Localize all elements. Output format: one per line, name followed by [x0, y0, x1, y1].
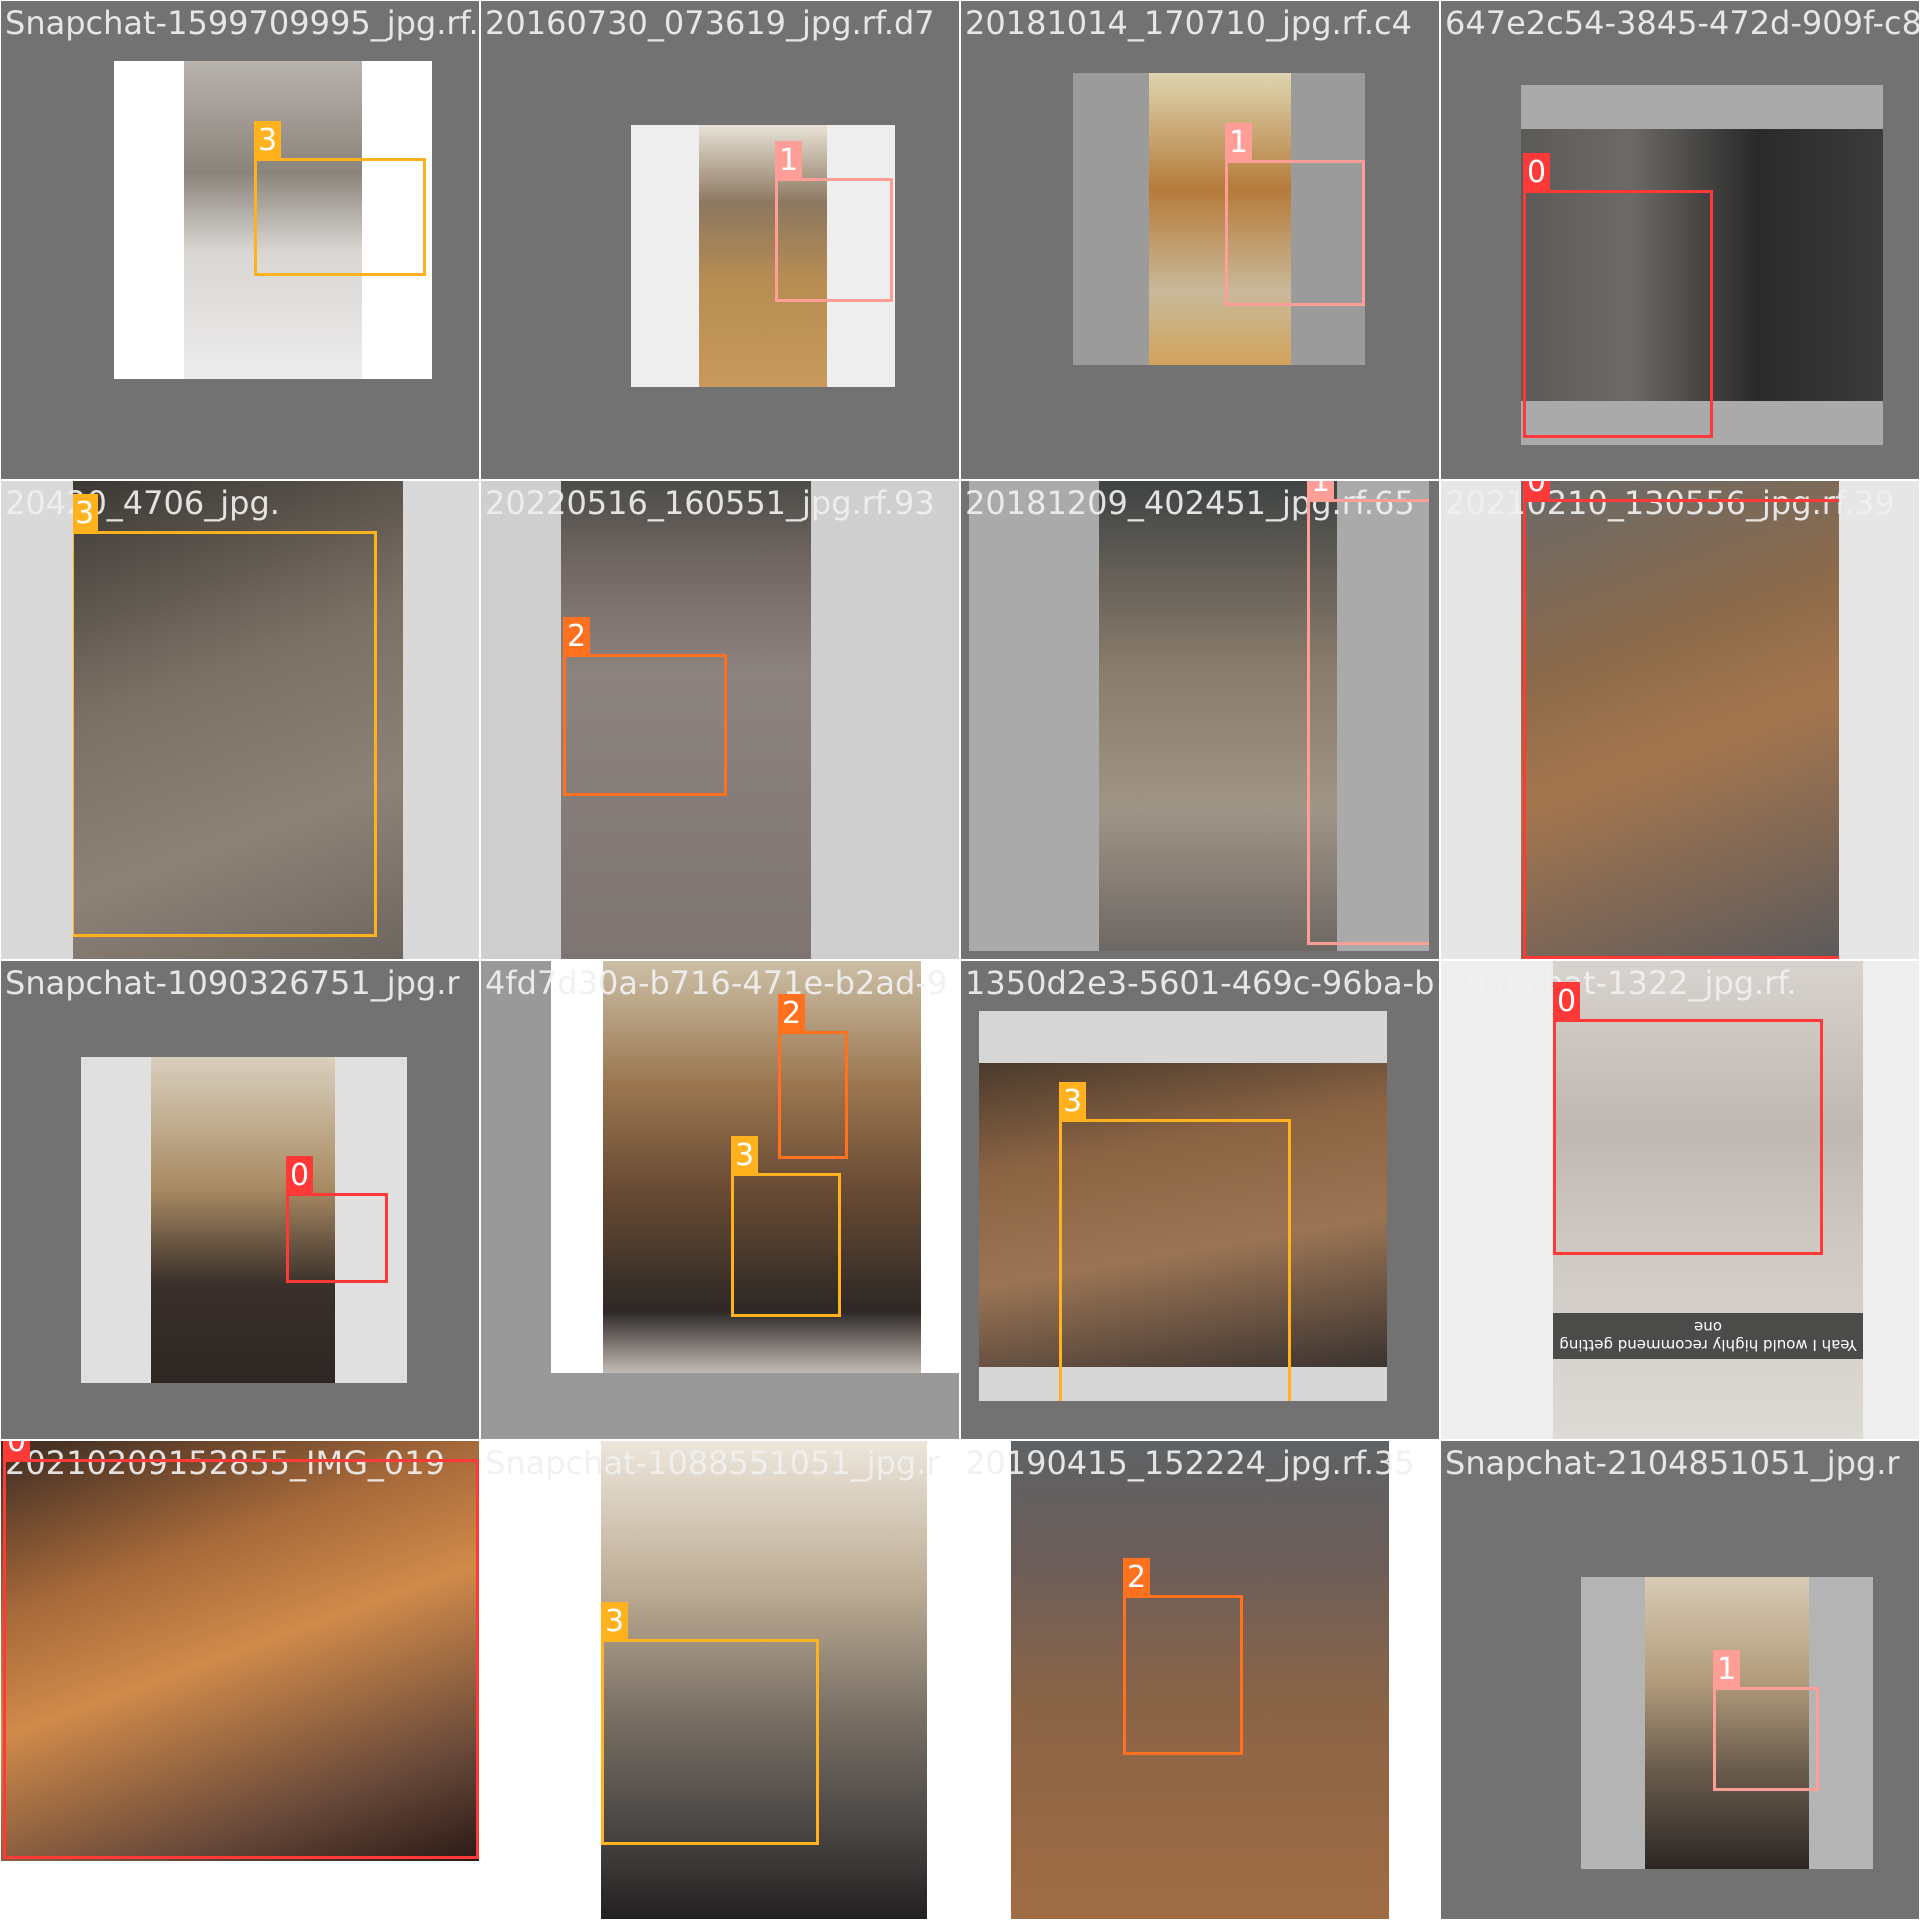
tile-image: 0	[1521, 481, 1839, 959]
mosaic-tile: 1 Snapchat-2104851051_jpg.r	[1441, 1441, 1919, 1919]
class-label: 0	[1553, 982, 1581, 1022]
tile-image: 3	[73, 481, 403, 959]
mosaic-tile: 2 20220516_160551_jpg.rf.93	[481, 481, 959, 959]
tile-image: Yeah I would highly recommend getting on…	[1553, 961, 1863, 1439]
detection-box: 2	[1123, 1558, 1243, 1755]
mosaic-tile: 3 Snapchat-1088551051_jpg.r	[481, 1441, 959, 1919]
tile-image: 3	[114, 61, 432, 379]
tile-filename: Snapchat-2104851051_jpg.r	[1445, 1444, 1900, 1482]
mosaic-tile: 3 1350d2e3-5601-469c-96ba-b	[961, 961, 1439, 1439]
class-label: 2	[1123, 1558, 1151, 1598]
class-label: 3	[1059, 1082, 1087, 1122]
mosaic-tile: Yeah I would highly recommend getting on…	[1441, 961, 1919, 1439]
tile-image: 2	[1011, 1441, 1389, 1919]
class-label: 0	[286, 1156, 314, 1196]
detection-box: 1	[1225, 123, 1365, 306]
class-label: 1	[1713, 1650, 1741, 1690]
tile-image: 1	[631, 125, 895, 387]
cat-photo	[1099, 481, 1337, 951]
class-label: 3	[601, 1602, 629, 1642]
mosaic-grid: 3 Snapchat-1599709995_jpg.rf. 1 20160730_07…	[0, 0, 1920, 1920]
snapchat-caption: Yeah I would highly recommend getting on…	[1553, 1313, 1863, 1359]
tile-image: 0	[1521, 85, 1883, 445]
class-label: 3	[73, 494, 99, 534]
tile-filename: 20181014_170710_jpg.rf.c4	[965, 4, 1412, 42]
detection-box: 0	[3, 1441, 479, 1859]
detection-box: 3	[601, 1602, 819, 1845]
mosaic-tile: 2 20190415_152224_jpg.rf.35	[961, 1441, 1439, 1919]
tile-image: 0	[81, 1057, 407, 1383]
detection-box: 2	[563, 617, 727, 796]
mosaic-tile: 3 20420_4706_jpg.	[1, 481, 479, 959]
class-label: 0	[3, 1441, 31, 1462]
detection-box: 3	[73, 494, 377, 937]
detection-box: 3	[731, 1136, 841, 1317]
tile-filename: Snapchat-1599709995_jpg.rf.	[5, 4, 479, 42]
tile-image: 3	[979, 1011, 1387, 1401]
detection-box: 0	[1553, 982, 1823, 1255]
class-label: 3	[254, 121, 282, 161]
tile-filename: 647e2c54-3845-472d-909f-c8	[1445, 4, 1919, 42]
detection-box: 0	[286, 1156, 388, 1283]
detection-box: 2	[778, 994, 848, 1159]
tile-filename: 1350d2e3-5601-469c-96ba-b	[965, 964, 1435, 1002]
tile-image: 1	[969, 481, 1429, 951]
detection-box: 0	[1523, 153, 1713, 438]
class-label: 2	[778, 994, 806, 1034]
tile-image: 0	[1, 1441, 479, 1861]
class-label: 0	[1523, 481, 1551, 502]
mosaic-tile: 1 20181014_170710_jpg.rf.c4	[961, 1, 1439, 479]
class-label: 1	[1225, 123, 1253, 163]
detection-box: 1	[1713, 1650, 1819, 1791]
detection-box: 3	[254, 121, 426, 276]
class-label: 3	[731, 1136, 759, 1176]
mosaic-tile: 0 Snapchat-1090326751_jpg.r	[1, 961, 479, 1439]
class-label: 1	[1307, 481, 1335, 502]
tile-image: 2	[561, 481, 811, 959]
mosaic-tile: 2 3 4fd7d30a-b716-471e-b2ad-9	[481, 961, 959, 1439]
class-label: 0	[1523, 153, 1551, 193]
mosaic-tile: 1 20160730_073619_jpg.rf.d7	[481, 1, 959, 479]
detection-box: 0	[1523, 481, 1839, 959]
mosaic-tile: 0 20210209152855_IMG_019	[1, 1441, 479, 1919]
mosaic-tile: 3 Snapchat-1599709995_jpg.rf.	[1, 1, 479, 479]
detection-box: 3	[1059, 1082, 1291, 1401]
class-label: 2	[563, 617, 591, 657]
mosaic-tile: 1 20181209_402451_jpg.rf.65	[961, 481, 1439, 959]
class-label: 1	[775, 141, 803, 181]
tile-filename: 20160730_073619_jpg.rf.d7	[485, 4, 935, 42]
tile-filename: Snapchat-1090326751_jpg.r	[5, 964, 460, 1002]
mosaic-tile: 0 20210210_130556_jpg.rf.39	[1441, 481, 1919, 959]
detection-box: 1	[775, 141, 893, 302]
tile-image: 23	[551, 961, 959, 1373]
mosaic-tile: 0 647e2c54-3845-472d-909f-c8	[1441, 1, 1919, 479]
tile-image: 3	[601, 1441, 927, 1919]
tile-image: 1	[1073, 73, 1365, 365]
tile-image: 1	[1581, 1577, 1873, 1869]
detection-box: 1	[1307, 481, 1429, 945]
